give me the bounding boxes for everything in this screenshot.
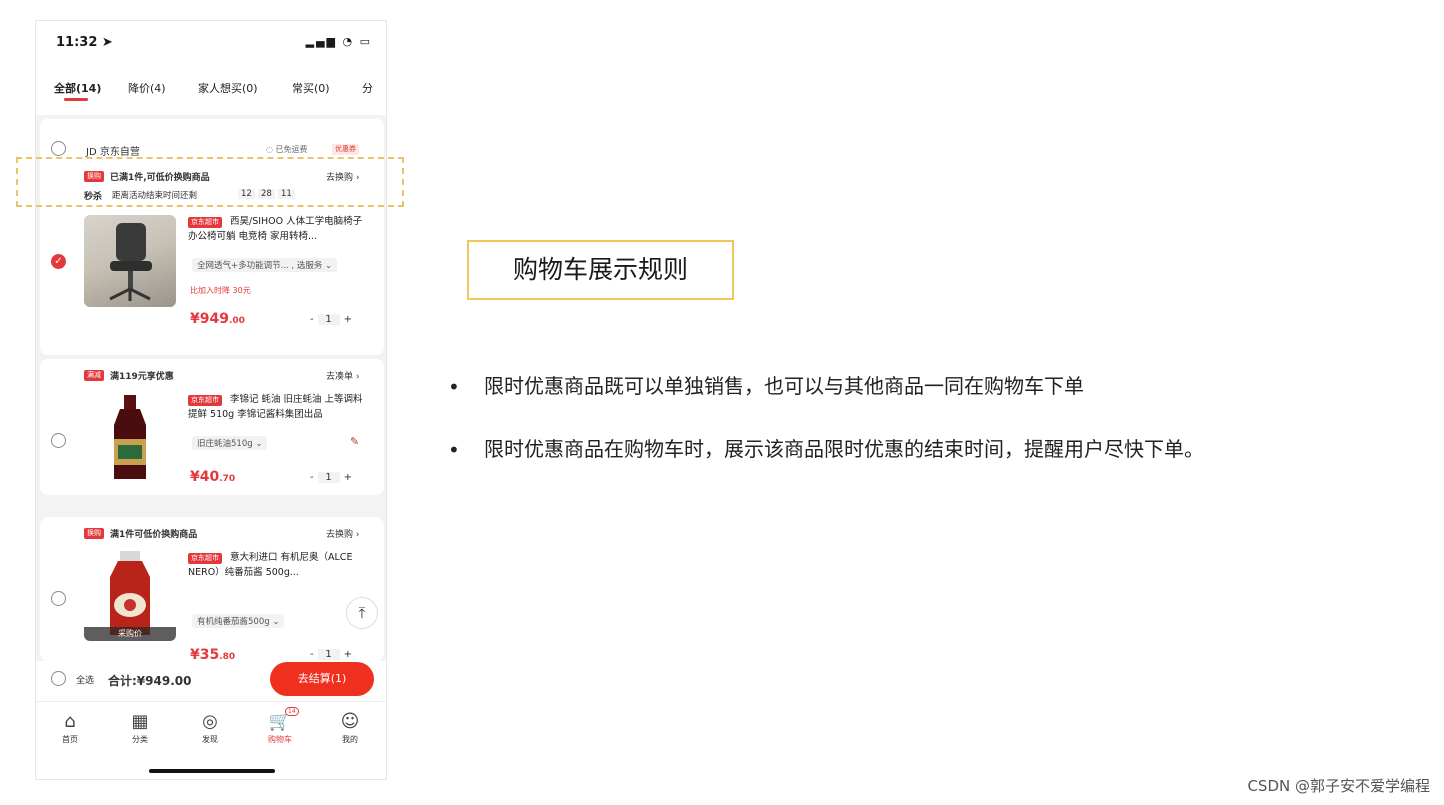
bullet-text-2: 限时优惠商品在购物车时，展示该商品限时优惠的结束时间，提醒用户尽快下单。 bbox=[484, 437, 1204, 461]
status-icons: ▂▄▆ ◔ ▭ bbox=[305, 35, 372, 48]
phone-screenshot: 11:32 ➤ ▂▄▆ ◔ ▭ 全部(14) 降价(4) 家人想买(0) 常买(… bbox=[35, 20, 387, 780]
product-checkbox-1[interactable]: ✓ bbox=[51, 254, 66, 269]
promo-text-2: 满119元享优惠 bbox=[110, 372, 174, 382]
nav-profile-label: 我的 bbox=[342, 735, 358, 744]
product-spec-2[interactable]: 旧庄蚝油510g ⌄ bbox=[192, 436, 268, 450]
nav-category-label: 分类 bbox=[132, 735, 148, 744]
coupon-badge[interactable]: 优惠券 bbox=[332, 144, 359, 155]
tab-more[interactable]: 分 bbox=[362, 80, 373, 96]
promo-tag-3: 换购 bbox=[84, 528, 104, 539]
product-checkbox-2[interactable] bbox=[51, 433, 66, 448]
edit-icon[interactable]: ✎ bbox=[350, 435, 359, 448]
tab-family-wants[interactable]: 家人想买(0) bbox=[198, 80, 258, 96]
image-overlay-label: 采购价 bbox=[84, 627, 176, 641]
product-price-2: ¥40.70 bbox=[190, 469, 236, 485]
bottom-nav: ⌂ 首页 ▦ 分类 ◎ 发现 🛒 购物车 14 ☺ 我的 bbox=[36, 701, 386, 779]
nav-profile[interactable]: ☺ 我的 bbox=[325, 710, 375, 745]
promo-highlight-box bbox=[16, 157, 404, 207]
add-items-link[interactable]: 去凑单 › bbox=[326, 369, 359, 382]
tab-price-drop[interactable]: 降价(4) bbox=[128, 80, 166, 96]
home-indicator bbox=[149, 769, 275, 773]
price-drop-note: 比加入时降 30元 bbox=[190, 286, 251, 295]
chair-icon bbox=[109, 223, 152, 301]
product-spec-3[interactable]: 有机纯番茄酱500g ⌄ bbox=[192, 614, 285, 628]
store-name[interactable]: JD 京东自营 bbox=[86, 143, 140, 158]
status-time: 11:32 ➤ bbox=[56, 35, 113, 50]
bullet-dot-2: • bbox=[448, 438, 460, 462]
select-all-checkbox[interactable] bbox=[51, 671, 66, 686]
discover-icon: ◎ bbox=[202, 711, 218, 732]
nav-cart-label: 购物车 bbox=[268, 735, 292, 744]
product-price-1: ¥949.00 bbox=[190, 311, 245, 327]
slide-title: 购物车展示规则 bbox=[467, 240, 734, 300]
exchange-link-3[interactable]: 去换购 › bbox=[326, 527, 359, 540]
quantity-stepper-1[interactable]: -1 + bbox=[310, 314, 352, 325]
checkout-button[interactable]: 去结算(1) bbox=[270, 662, 374, 696]
cart-tabs: 全部(14) 降价(4) 家人想买(0) 常买(0) 分 bbox=[36, 65, 386, 115]
bullet-dot-1: • bbox=[448, 375, 460, 399]
quantity-stepper-3[interactable]: -1 + bbox=[310, 649, 352, 660]
back-to-top-icon[interactable]: ⤒ bbox=[346, 597, 378, 629]
nav-category[interactable]: ▦ 分类 bbox=[115, 710, 165, 745]
bottle-icon bbox=[114, 395, 146, 479]
tab-all[interactable]: 全部(14) bbox=[54, 80, 101, 96]
product-image-oyster-sauce[interactable] bbox=[84, 391, 176, 483]
home-icon: ⌂ bbox=[64, 711, 76, 732]
watermark: CSDN @郭子安不爱学编程 bbox=[1247, 777, 1430, 795]
product-title-3[interactable]: 意大利进口 有机尼奥（ALCE NERO）纯番茄酱 500g... bbox=[188, 550, 372, 580]
nav-home-label: 首页 bbox=[62, 735, 78, 744]
product-spec-1[interactable]: 全网透气+多功能调节... , 选服务 ⌄ bbox=[192, 258, 338, 272]
nav-discover-label: 发现 bbox=[202, 735, 218, 744]
quantity-stepper-2[interactable]: -1 + bbox=[310, 472, 352, 483]
tab-frequent[interactable]: 常买(0) bbox=[292, 80, 330, 96]
product-image-tomato-sauce[interactable]: 采购价 bbox=[84, 549, 176, 641]
promo-card-3: 换购 满1件可低价换购商品 去换购 › 采购价 京东超市 意大利进口 有机尼奥（… bbox=[40, 517, 384, 663]
nav-cart[interactable]: 🛒 购物车 14 bbox=[255, 707, 305, 745]
category-icon: ▦ bbox=[131, 711, 149, 732]
nav-home[interactable]: ⌂ 首页 bbox=[45, 710, 95, 745]
store-checkbox[interactable] bbox=[51, 141, 66, 156]
select-all-label[interactable]: 全选 bbox=[76, 673, 94, 686]
nav-discover[interactable]: ◎ 发现 bbox=[185, 710, 235, 745]
cart-badge: 14 bbox=[285, 707, 299, 716]
product-image-chair[interactable] bbox=[84, 215, 176, 307]
profile-icon: ☺ bbox=[340, 711, 360, 732]
product-title-1[interactable]: 西昊/SIHOO 人体工学电脑椅子 办公椅可躺 电竞椅 家用转椅... bbox=[188, 214, 372, 244]
shipping-status: ◌ 已免运费 bbox=[266, 145, 308, 154]
promo-text-3: 满1件可低价换购商品 bbox=[110, 530, 198, 540]
promo-card-2: 满减 满119元享优惠 去凑单 › 京东超市 李锦记 蚝油 旧庄蚝油 上等调料提… bbox=[40, 359, 384, 495]
product-checkbox-3[interactable] bbox=[51, 591, 66, 606]
total-amount: 合计:¥949.00 bbox=[108, 674, 192, 688]
status-bar: 11:32 ➤ ▂▄▆ ◔ ▭ bbox=[36, 21, 386, 65]
bullet-text-1: 限时优惠商品既可以单独销售，也可以与其他商品一同在购物车下单 bbox=[484, 374, 1084, 398]
product-title-2[interactable]: 李锦记 蚝油 旧庄蚝油 上等调料提鲜 510g 李锦记酱料集团出品 bbox=[188, 392, 372, 422]
tab-underline bbox=[64, 98, 88, 101]
promo-tag-2: 满减 bbox=[84, 370, 104, 381]
store-card: JD 京东自营 ◌ 已免运费 优惠券 换购 已满1件,可低价换购商品 去换购 ›… bbox=[40, 119, 384, 355]
